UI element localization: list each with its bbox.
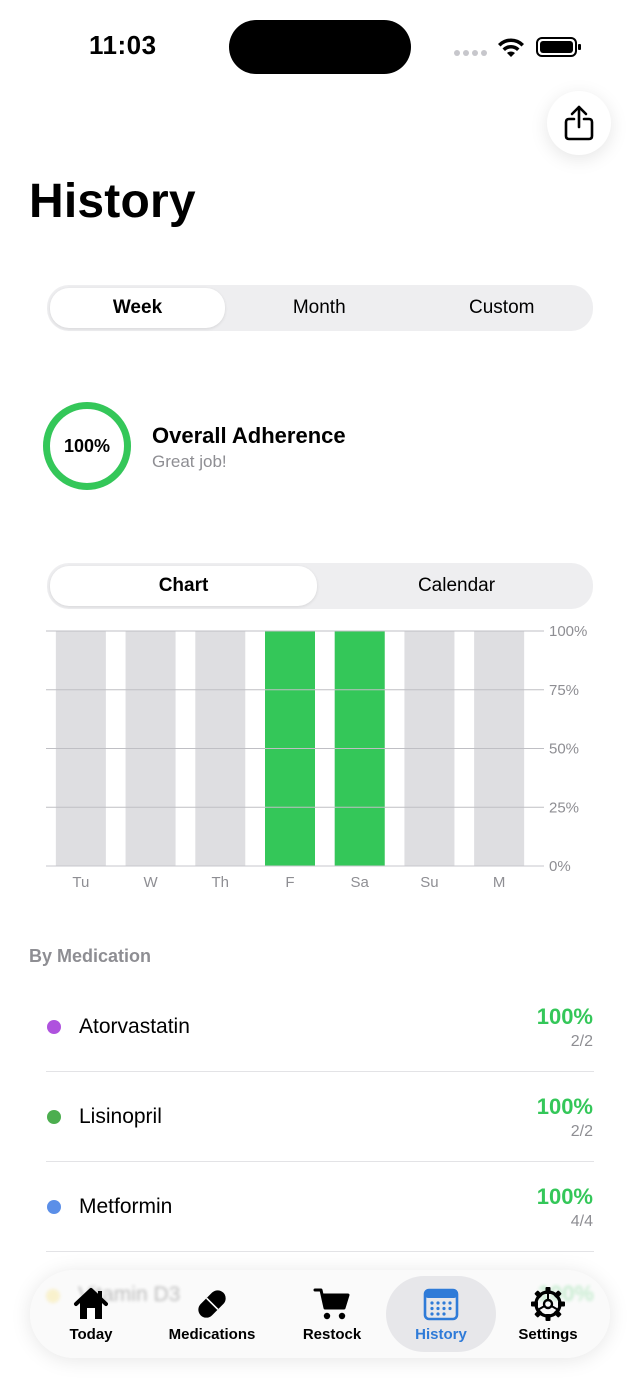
segment-calendar[interactable]: Calendar [323, 566, 590, 606]
battery-icon [536, 37, 581, 57]
section-title-by-medication: By Medication [29, 946, 152, 966]
range-segmented-control: Week Month Custom [47, 285, 593, 331]
x-tick-label: M [493, 874, 506, 891]
cart-icon [313, 1288, 350, 1319]
wifi-icon [498, 38, 524, 57]
adherence-title: Overall Adherence [152, 423, 346, 448]
medication-name: Lisinopril [79, 1105, 162, 1128]
segment-custom[interactable]: Custom [414, 288, 591, 328]
tab-medications[interactable]: Medications [154, 1276, 270, 1352]
y-tick-label: 0% [549, 858, 571, 875]
calendar-icon [423, 1288, 459, 1320]
gear-icon [531, 1286, 565, 1321]
adherence-subtitle: Great job! [152, 452, 227, 471]
tab-label: Medications [168, 1325, 256, 1343]
tab-history[interactable]: History [386, 1276, 496, 1352]
segment-chart[interactable]: Chart [50, 566, 317, 606]
medication-row-atorvastatin[interactable]: Atorvastatin 100% 2/2 [46, 982, 594, 1072]
medication-color-dot [47, 1200, 61, 1214]
tab-today[interactable]: Today [40, 1276, 142, 1352]
medication-list: Atorvastatin 100% 2/2 Lisinopril 100% 2/… [46, 982, 594, 1252]
x-tick-label: Su [420, 874, 438, 891]
share-icon [564, 105, 594, 141]
tab-label: History [415, 1325, 467, 1343]
house-icon [74, 1287, 108, 1319]
medication-row-metformin[interactable]: Metformin 100% 4/4 [46, 1162, 594, 1252]
medication-name: Atorvastatin [79, 1015, 190, 1038]
tab-label: Today [69, 1325, 113, 1343]
x-tick-label: F [285, 874, 294, 891]
medication-count: 4/4 [570, 1213, 593, 1230]
dynamic-island [229, 20, 411, 74]
x-tick-label: W [143, 874, 158, 891]
x-tick-label: Sa [351, 874, 370, 891]
share-button[interactable] [547, 91, 611, 155]
medication-name: Metformin [79, 1195, 173, 1218]
x-tick-label: Tu [72, 874, 89, 891]
x-tick-label: Th [212, 874, 230, 891]
medication-color-dot [47, 1110, 61, 1124]
pill-icon [198, 1289, 226, 1318]
view-segmented-control: Chart Calendar [47, 563, 593, 609]
tab-restock[interactable]: Restock [282, 1276, 382, 1352]
y-tick-label: 100% [549, 623, 587, 640]
medication-row-lisinopril[interactable]: Lisinopril 100% 2/2 [46, 1072, 594, 1162]
segment-week[interactable]: Week [50, 288, 225, 328]
adherence-bar-chart: Tu W Th F Sa Su M 100% 75% 50% 25% 0% [46, 623, 587, 891]
page-title: History [29, 175, 196, 228]
adherence-percent: 100% [63, 435, 111, 456]
tab-bar: Vitamin D3 100% Today Medications Restoc… [30, 1270, 610, 1358]
medication-count: 2/2 [570, 1033, 593, 1050]
segment-month[interactable]: Month [231, 288, 408, 328]
y-tick-label: 50% [549, 741, 579, 758]
medication-percent: 100% [536, 1094, 593, 1119]
status-time: 11:03 [89, 30, 157, 60]
medication-count: 2/2 [570, 1123, 593, 1140]
medication-percent: 100% [536, 1004, 593, 1029]
medication-percent: 100% [536, 1184, 593, 1209]
medication-color-dot [47, 1020, 61, 1034]
cellular-signal-icon [454, 50, 487, 56]
tab-settings[interactable]: Settings [500, 1276, 596, 1352]
tab-label: Settings [518, 1325, 578, 1343]
tab-label: Restock [302, 1325, 362, 1343]
y-tick-label: 25% [549, 799, 579, 816]
y-tick-label: 75% [549, 682, 579, 699]
